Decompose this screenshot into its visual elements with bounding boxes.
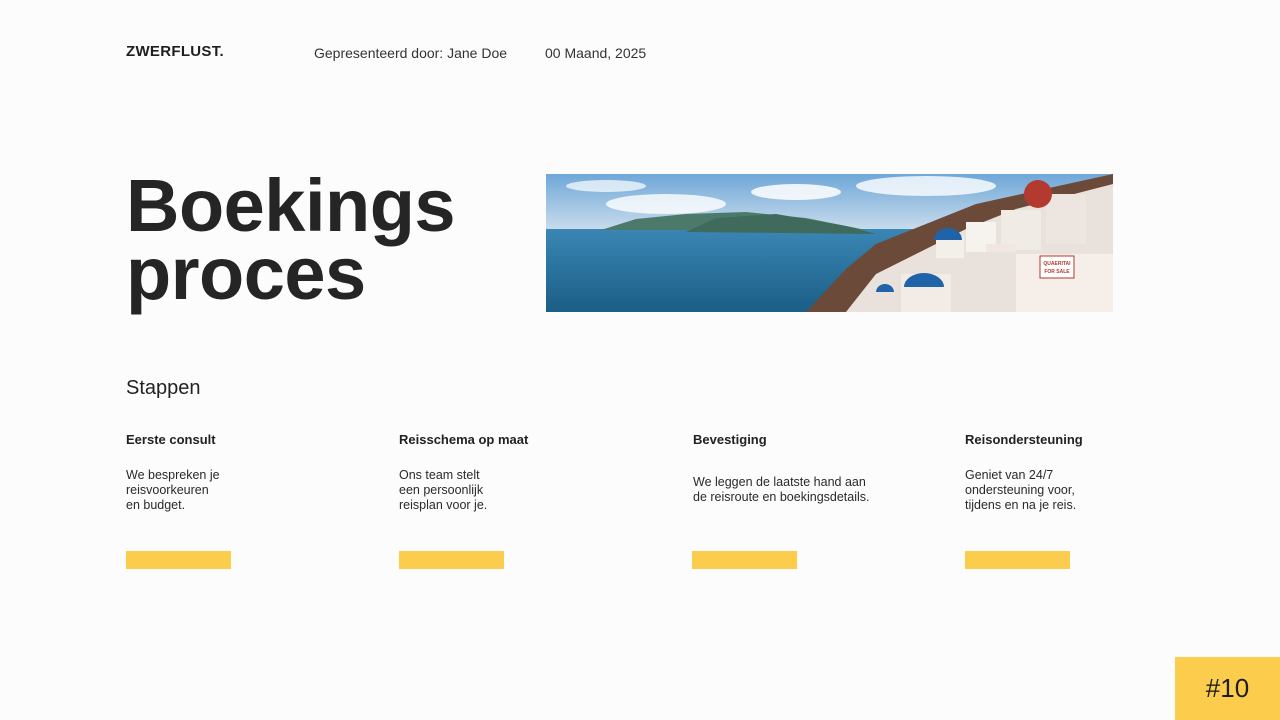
steps-section-title: Stappen	[126, 377, 201, 399]
step-description: We leggen de laatste hand aan de reisrou…	[693, 475, 870, 504]
slide-title-line-2: proces	[126, 232, 366, 315]
page-number-badge: #10	[1175, 657, 1280, 720]
presenter-text: Gepresenteerd door: Jane Doe	[314, 45, 508, 61]
step-3: Bevestiging We leggen de laatste hand aa…	[692, 432, 870, 569]
step-2: Reisschema op maat Ons team stelt een pe…	[399, 432, 529, 569]
slide-title-line-1: Boekings	[126, 164, 456, 247]
santorini-photo: QUAERITAI FOR SALE	[546, 174, 1113, 312]
presentation-date: 00 Maand, 2025	[545, 45, 647, 61]
hero-image: QUAERITAI FOR SALE	[546, 174, 1113, 312]
sign-text-line-2: FOR SALE	[1044, 269, 1070, 275]
step-heading: Bevestiging	[693, 432, 767, 447]
sign-text-line-1: QUAERITAI	[1043, 261, 1071, 267]
slide-title: Boekings proces	[126, 164, 526, 315]
step-heading: Eerste consult	[126, 432, 216, 447]
step-heading: Reisschema op maat	[399, 432, 529, 447]
step-description: We bespreken je reisvoorkeuren en budget…	[126, 468, 220, 512]
step-accent-bar	[965, 551, 1070, 569]
step-description: Ons team stelt een persoonlijk reisplan …	[399, 468, 488, 512]
brand-logo: ZWERFLUST.	[126, 43, 224, 60]
step-description: Geniet van 24/7 ondersteuning voor, tijd…	[965, 468, 1077, 512]
step-1: Eerste consult We bespreken je reisvoork…	[126, 432, 231, 569]
step-accent-bar	[126, 551, 231, 569]
step-heading: Reisondersteuning	[965, 432, 1083, 447]
step-4: Reisondersteuning Geniet van 24/7 onders…	[965, 432, 1083, 569]
step-accent-bar	[692, 551, 797, 569]
step-accent-bar	[399, 551, 504, 569]
